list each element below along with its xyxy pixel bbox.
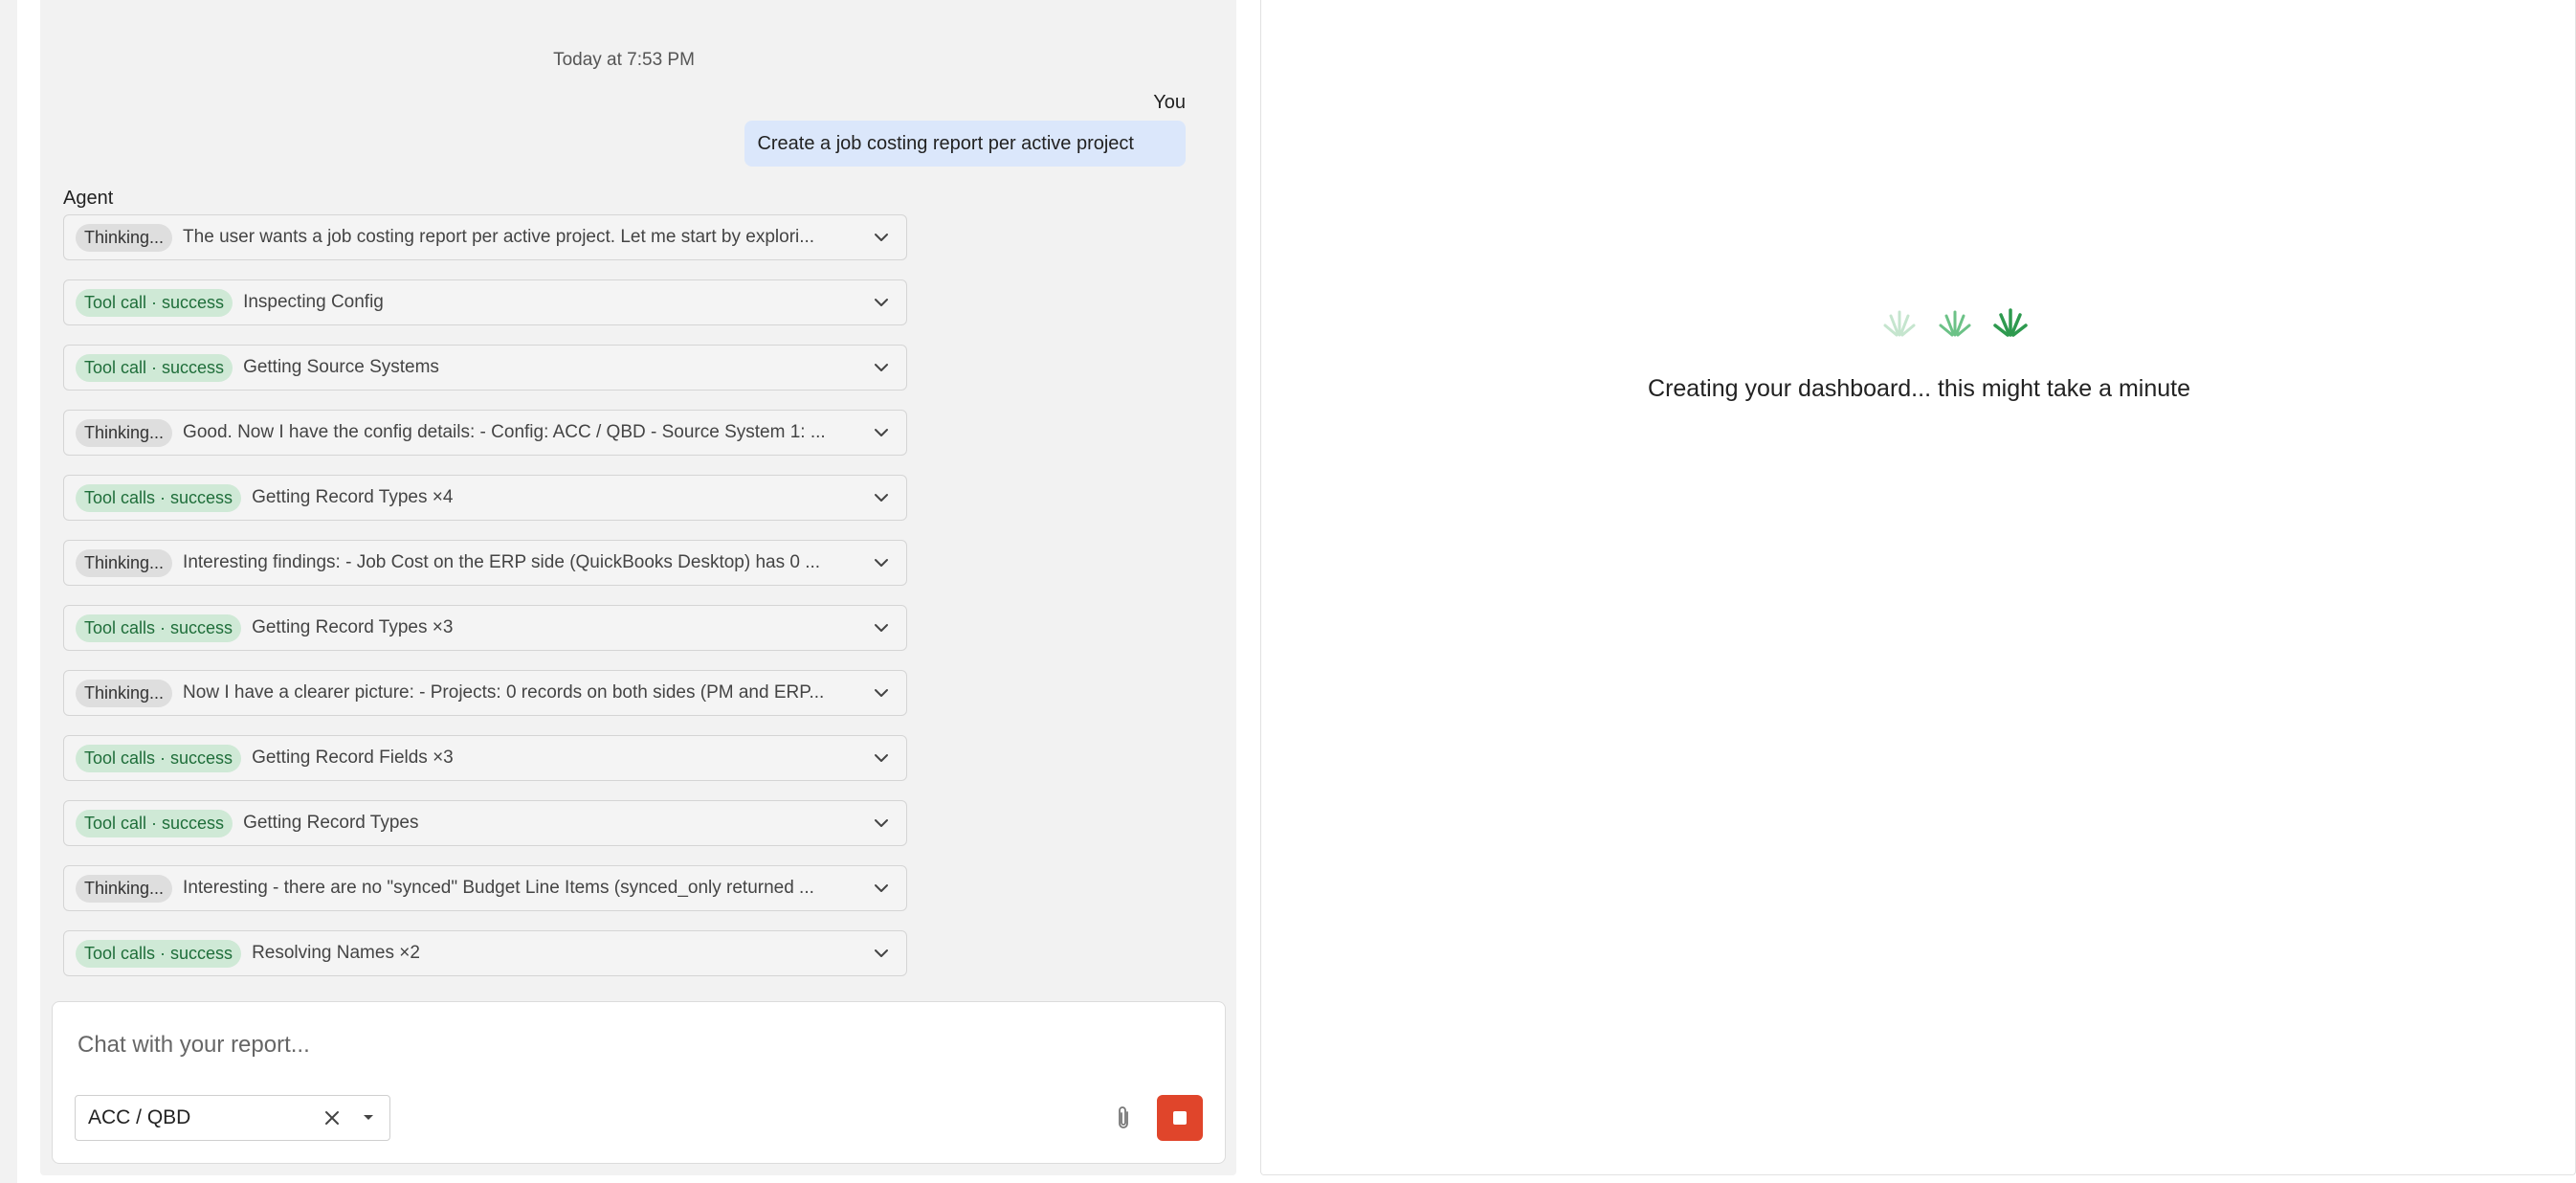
thinking-badge: Thinking... bbox=[76, 223, 173, 252]
agent-step-text: Interesting findings: - Job Cost on the … bbox=[183, 552, 821, 572]
agent-step[interactable]: Tool call · success Getting Record Types bbox=[63, 800, 907, 846]
agent-step-text: Inspecting Config bbox=[243, 292, 384, 312]
dashboard-panel: Creating your dashboard... this might ta… bbox=[1260, 0, 2576, 1175]
agent-step-text: Getting Source Systems bbox=[243, 357, 439, 377]
agent-step[interactable]: Thinking... The user wants a job costing … bbox=[63, 214, 907, 260]
chevron-down-icon[interactable] bbox=[874, 232, 889, 243]
caret-down-icon[interactable] bbox=[363, 1114, 374, 1122]
chevron-down-icon[interactable] bbox=[874, 492, 889, 503]
tool-success-badge: Tool call · success bbox=[76, 288, 233, 317]
agent-step-text: Resolving Names ×2 bbox=[252, 943, 420, 963]
agent-step[interactable]: Tool calls · success Getting Record Types… bbox=[63, 605, 907, 651]
agent-step[interactable]: Tool call · success Inspecting Config bbox=[63, 279, 907, 325]
thinking-badge: Thinking... bbox=[76, 418, 173, 447]
chevron-down-icon[interactable] bbox=[874, 687, 889, 699]
chat-input[interactable] bbox=[76, 1025, 1132, 1065]
chevron-down-icon[interactable] bbox=[874, 557, 889, 569]
loading-leaf-icon bbox=[1883, 308, 2028, 337]
tool-success-badge: Tool calls · success bbox=[76, 483, 242, 512]
agent-steps-list: Thinking... The user wants a job costing … bbox=[63, 214, 907, 995]
agent-step-text: Now I have a clearer picture: - Projects… bbox=[183, 682, 825, 703]
agent-label: Agent bbox=[63, 188, 114, 209]
agent-step[interactable]: Tool calls · success Resolving Names ×2 bbox=[63, 930, 907, 976]
chat-panel: Today at 7:53 PM You Create a job costin… bbox=[40, 0, 1236, 1175]
chevron-down-icon[interactable] bbox=[874, 427, 889, 438]
chevron-down-icon[interactable] bbox=[874, 752, 889, 764]
chat-timestamp: Today at 7:53 PM bbox=[553, 50, 695, 70]
agent-step[interactable]: Thinking... Now I have a clearer picture:… bbox=[63, 670, 907, 716]
agent-step[interactable]: Tool call · success Getting Source System… bbox=[63, 345, 907, 391]
agent-step-text: Interesting - there are no "synced" Budg… bbox=[183, 878, 814, 898]
chevron-down-icon[interactable] bbox=[874, 948, 889, 959]
tool-success-badge: Tool calls · success bbox=[76, 744, 242, 772]
chevron-down-icon[interactable] bbox=[874, 622, 889, 634]
thinking-badge: Thinking... bbox=[76, 548, 173, 577]
dashboard-loading-text: Creating your dashboard... this might ta… bbox=[1648, 375, 2190, 402]
agent-step-text: The user wants a job costing report per … bbox=[183, 227, 815, 247]
tool-success-badge: Tool calls · success bbox=[76, 614, 242, 642]
source-system-select[interactable]: ACC / QBD bbox=[75, 1095, 390, 1141]
chevron-down-icon[interactable] bbox=[874, 362, 889, 373]
tool-success-badge: Tool call · success bbox=[76, 353, 233, 382]
chevron-down-icon[interactable] bbox=[874, 882, 889, 894]
left-edge-strip bbox=[0, 0, 17, 1183]
source-system-value: ACC / QBD bbox=[88, 1106, 191, 1128]
user-label: You bbox=[1153, 92, 1186, 113]
agent-step[interactable]: Tool calls · success Getting Record Field… bbox=[63, 735, 907, 781]
thinking-badge: Thinking... bbox=[76, 874, 173, 903]
tool-success-badge: Tool call · success bbox=[76, 809, 233, 837]
tool-success-badge: Tool calls · success bbox=[76, 939, 242, 968]
agent-step[interactable]: Thinking... Interesting - there are no "s… bbox=[63, 865, 907, 911]
chat-composer: ACC / QBD bbox=[52, 1001, 1226, 1164]
thinking-badge: Thinking... bbox=[76, 679, 173, 707]
agent-step[interactable]: Thinking... Good. Now I have the config d… bbox=[63, 410, 907, 456]
stop-button[interactable] bbox=[1157, 1095, 1203, 1141]
paperclip-icon[interactable] bbox=[1113, 1105, 1134, 1131]
close-icon[interactable] bbox=[322, 1108, 342, 1127]
user-message-bubble: Create a job costing report per active p… bbox=[744, 121, 1186, 167]
agent-step[interactable]: Thinking... Interesting findings: - Job C… bbox=[63, 540, 907, 586]
agent-step-text: Getting Record Types ×3 bbox=[252, 617, 454, 637]
stop-icon bbox=[1173, 1111, 1187, 1125]
agent-step-text: Getting Record Types bbox=[243, 813, 419, 833]
agent-step-text: Getting Record Fields ×3 bbox=[252, 748, 454, 768]
chevron-down-icon[interactable] bbox=[874, 817, 889, 829]
agent-step-text: Getting Record Types ×4 bbox=[252, 487, 454, 507]
agent-step-text: Good. Now I have the config details: - C… bbox=[183, 422, 826, 442]
agent-step[interactable]: Tool calls · success Getting Record Types… bbox=[63, 475, 907, 521]
chevron-down-icon[interactable] bbox=[874, 297, 889, 308]
